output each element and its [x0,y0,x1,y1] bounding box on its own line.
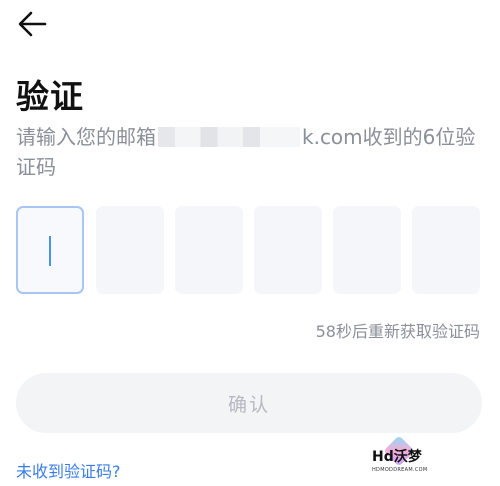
not-received-link[interactable]: 未收到验证码? [16,458,121,482]
resend-countdown: 58秒后重新获取验证码 [315,322,480,341]
page-title: 验证 [16,77,84,116]
code-box-1[interactable] [16,206,84,294]
watermark-subtext: HDMODDREAM.COM [372,467,428,473]
instruction-prefix: 请输入您的邮箱 [16,125,156,149]
watermark-logo: Hd沃梦 HDMODDREAM.COM [368,435,440,480]
code-box-6[interactable] [412,206,480,294]
back-button[interactable] [16,10,48,38]
arrow-left-icon [18,11,47,37]
watermark-text: Hd沃梦 [372,449,422,465]
code-box-3[interactable] [175,206,243,294]
masked-email [158,127,300,147]
instruction-text: 请输入您的邮箱 k.com收到的6位验证码 [16,122,484,182]
code-box-2[interactable] [96,206,164,294]
text-caret [49,236,51,266]
confirm-button[interactable]: 确认 [16,373,482,433]
code-box-4[interactable] [254,206,322,294]
code-input-group [16,206,486,296]
code-box-5[interactable] [333,206,401,294]
